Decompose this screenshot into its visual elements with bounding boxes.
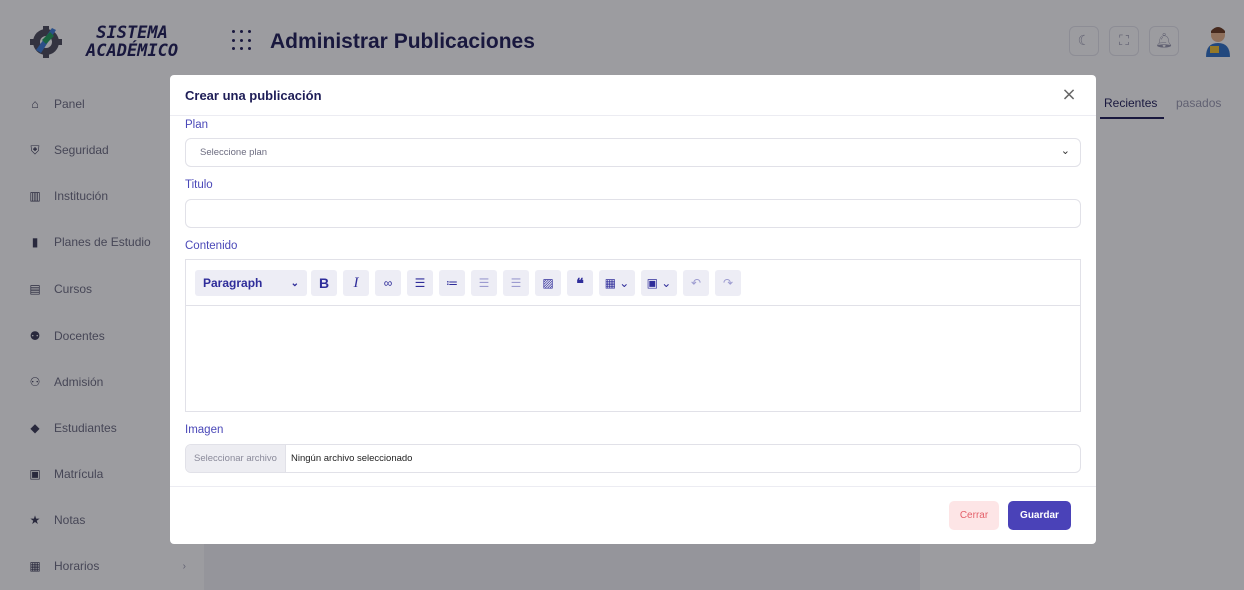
redo-icon: ↷ xyxy=(722,276,734,290)
close-icon[interactable]: × xyxy=(1059,85,1079,105)
outdent-icon: ☰ xyxy=(478,276,490,290)
divider xyxy=(170,115,1096,116)
titulo-input[interactable] xyxy=(185,199,1081,228)
bulleted-list-button[interactable]: ☰ xyxy=(407,270,433,296)
format-dropdown[interactable]: Paragraph ⌄ xyxy=(195,270,307,296)
image-button[interactable]: ▨ xyxy=(535,270,561,296)
plan-select[interactable]: Seleccione plan ⌄ xyxy=(185,138,1081,167)
create-post-modal: Crear una publicación × Plan Seleccione … xyxy=(170,75,1096,544)
blockquote-button[interactable]: ❝ xyxy=(567,270,593,296)
bold-button[interactable]: B xyxy=(311,270,337,296)
rich-text-editor: Paragraph ⌄ B I ∞ ☰ ≔ ☰ ☰ ▨ ❝ ▦ ⌄ ▣ ⌄ ↶ … xyxy=(185,259,1081,412)
image-file-input[interactable]: Seleccionar archivo Ningún archivo selec… xyxy=(185,444,1081,473)
indent-button[interactable]: ☰ xyxy=(503,270,529,296)
plan-label: Plan xyxy=(185,119,209,131)
numbered-list-icon: ≔ xyxy=(446,276,458,290)
file-status-text: Ningún archivo seleccionado xyxy=(291,453,413,464)
italic-icon: I xyxy=(353,274,359,291)
undo-button[interactable]: ↶ xyxy=(683,270,709,296)
table-icon: ▦ ⌄ xyxy=(604,276,630,290)
save-button[interactable]: Guardar xyxy=(1008,501,1071,530)
modal-title: Crear una publicación xyxy=(185,88,322,103)
quote-icon: ❝ xyxy=(576,274,584,291)
undo-icon: ↶ xyxy=(690,276,702,290)
contenido-label: Contenido xyxy=(185,240,238,252)
media-icon: ▣ ⌄ xyxy=(646,276,672,290)
chevron-down-icon: ⌄ xyxy=(1060,144,1070,157)
bulleted-list-icon: ☰ xyxy=(414,276,426,290)
table-button[interactable]: ▦ ⌄ xyxy=(599,270,635,296)
media-button[interactable]: ▣ ⌄ xyxy=(641,270,677,296)
numbered-list-button[interactable]: ≔ xyxy=(439,270,465,296)
redo-button[interactable]: ↷ xyxy=(715,270,741,296)
link-icon: ∞ xyxy=(383,276,393,290)
imagen-label: Imagen xyxy=(185,424,224,436)
chevron-down-icon: ⌄ xyxy=(290,277,299,289)
editor-toolbar: Paragraph ⌄ B I ∞ ☰ ≔ ☰ ☰ ▨ ❝ ▦ ⌄ ▣ ⌄ ↶ … xyxy=(186,260,1080,306)
editor-content-area[interactable] xyxy=(186,307,1080,411)
titulo-label: Titulo xyxy=(185,179,213,191)
format-dropdown-value: Paragraph xyxy=(203,276,263,290)
choose-file-button[interactable]: Seleccionar archivo xyxy=(186,445,286,472)
image-icon: ▨ xyxy=(542,276,554,290)
divider xyxy=(170,486,1096,487)
bold-icon: B xyxy=(318,275,330,291)
link-button[interactable]: ∞ xyxy=(375,270,401,296)
italic-button[interactable]: I xyxy=(343,270,369,296)
outdent-button[interactable]: ☰ xyxy=(471,270,497,296)
indent-icon: ☰ xyxy=(510,276,522,290)
plan-select-value: Seleccione plan xyxy=(200,147,268,158)
close-button[interactable]: Cerrar xyxy=(949,501,999,530)
